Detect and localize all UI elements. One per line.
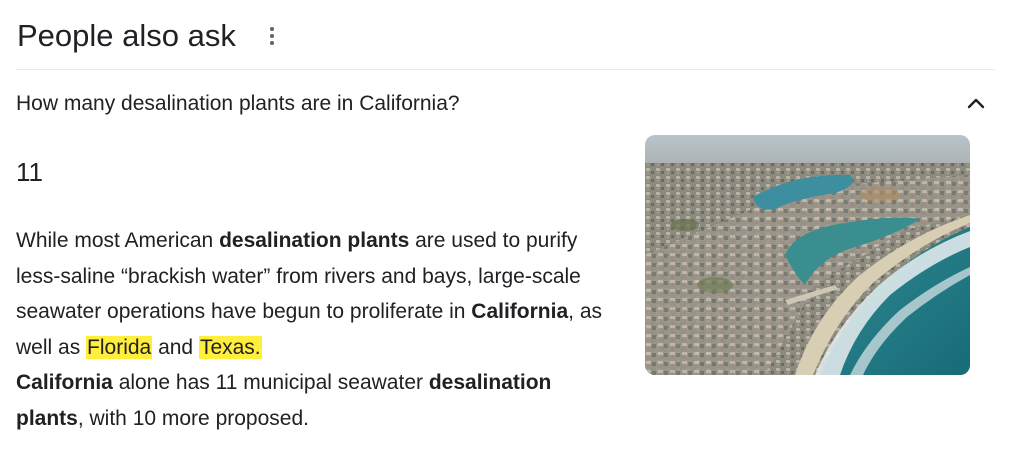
question-accordion[interactable]: How many desalination plants are in Cali… (0, 70, 1009, 136)
snippet-bold: desalination plants (219, 229, 410, 252)
more-dot (269, 41, 274, 45)
chevron-up-icon[interactable] (962, 91, 990, 115)
snippet-bold: California (471, 300, 569, 323)
snippet-text: , with 10 more proposed. (77, 406, 309, 430)
section-title: People also ask (17, 18, 236, 53)
more-options-icon[interactable] (262, 16, 282, 56)
snippet-text: and (152, 335, 199, 359)
question-text[interactable]: How many desalination plants are in Cali… (16, 89, 460, 119)
answer-snippet: While most American desalination plants … (16, 223, 616, 436)
aerial-coastline-photo (645, 135, 970, 375)
more-dot (269, 34, 274, 38)
snippet-highlight: Florida (86, 335, 153, 359)
answer-featured-value: 11 (16, 157, 43, 187)
snippet-bold: California (16, 371, 113, 394)
snippet-text: alone has 11 municipal seawater (112, 371, 429, 394)
answer-image[interactable] (645, 135, 970, 375)
more-dot (269, 27, 274, 31)
snippet-text: While most American (16, 229, 220, 252)
snippet-highlight: Texas. (198, 335, 262, 359)
paa-header: People also ask (17, 14, 282, 58)
